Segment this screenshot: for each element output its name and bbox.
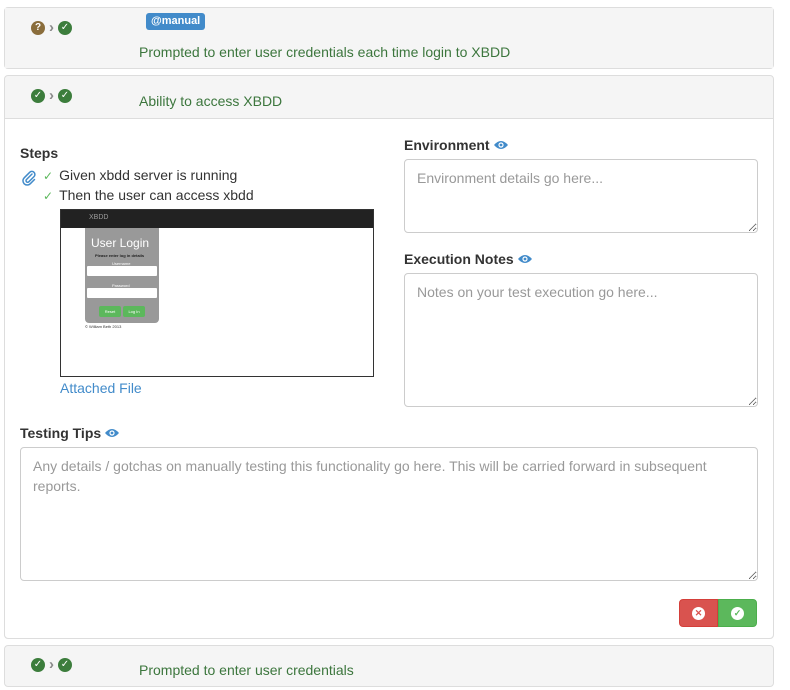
attachment-brand: XBDD: [89, 214, 109, 221]
attachment-footer: © William Beth 2013: [85, 324, 122, 329]
fail-button[interactable]: ✕: [679, 599, 718, 627]
testing-tips-label: Testing Tips: [20, 425, 120, 442]
chevron-right-icon: ›: [49, 656, 54, 673]
testing-tips-label-text: Testing Tips: [20, 425, 102, 441]
check-circle-icon: ✓: [58, 20, 72, 35]
testing-tips-textarea[interactable]: [20, 447, 758, 581]
scenario-status-3: ✓ › ✓: [31, 657, 72, 672]
scenario-status-1: ? › ✓: [31, 20, 72, 35]
manual-tag: @manual: [146, 13, 206, 30]
attachment-login-box: User Login Please enter log in details U…: [85, 228, 159, 323]
check-circle-icon: ✓: [31, 88, 45, 103]
step-text: Then the user can access xbdd: [59, 187, 254, 203]
scenario-body: Steps ✓ Given xbdd server is running ✓ The…: [5, 118, 773, 638]
attachment-image[interactable]: XBDD User Login Please enter log in deta…: [60, 209, 374, 377]
question-circle-icon: ?: [31, 20, 45, 35]
fail-icon: ✕: [692, 606, 705, 620]
check-circle-icon: ✓: [31, 657, 45, 672]
attachment-username-input: [87, 266, 157, 276]
step-1: ✓ Given xbdd server is running: [43, 167, 237, 183]
attachment-login-button: Log In: [123, 306, 145, 317]
pass-button[interactable]: ✓: [718, 599, 757, 627]
scenario-panel-1[interactable]: ? › ✓ @manual Prompted to enter user cre…: [4, 7, 774, 69]
step-text: Given xbdd server is running: [59, 167, 238, 183]
scenario-title[interactable]: Ability to access XBDD: [139, 93, 282, 109]
attachment-heading: User Login: [91, 236, 150, 250]
attachment-reset-button: Reset: [99, 306, 121, 317]
execution-notes-textarea[interactable]: [404, 273, 758, 407]
scenario-header-1[interactable]: ? › ✓ @manual Prompted to enter user cre…: [5, 8, 773, 68]
execution-notes-label-text: Execution Notes: [404, 251, 514, 267]
check-circle-icon: ✓: [58, 88, 72, 103]
scenario-header-2[interactable]: ✓ › ✓ Ability to access XBDD: [5, 76, 773, 118]
chevron-right-icon: ›: [49, 87, 54, 104]
environment-label-text: Environment: [404, 137, 490, 153]
scenario-header-3[interactable]: ✓ › ✓ Prompted to enter user credentials: [5, 646, 773, 686]
scenario-panel-3[interactable]: ✓ › ✓ Prompted to enter user credentials: [4, 645, 774, 687]
environment-label: Environment: [404, 137, 509, 154]
pass-icon: ✓: [731, 606, 744, 620]
step-2: ✓ Then the user can access xbdd: [43, 187, 254, 203]
scenario-panel-2: ✓ › ✓ Ability to access XBDD Steps ✓ Give…: [4, 75, 774, 639]
chevron-right-icon: ›: [49, 19, 54, 36]
check-icon: ✓: [43, 189, 54, 203]
check-icon: ✓: [43, 169, 54, 183]
scenario-title[interactable]: Prompted to enter user credentials each …: [139, 44, 510, 60]
eye-icon[interactable]: [493, 138, 509, 154]
environment-textarea[interactable]: [404, 159, 758, 233]
attachment-password-input: [87, 288, 157, 298]
scenario-title[interactable]: Prompted to enter user credentials: [139, 662, 354, 678]
eye-icon[interactable]: [517, 252, 533, 268]
attachment-subheading: Please enter log in details: [95, 253, 145, 258]
steps-label: Steps: [20, 145, 59, 161]
paperclip-icon[interactable]: [21, 170, 37, 191]
check-circle-icon: ✓: [58, 657, 72, 672]
attachment-navbar: XBDD: [61, 210, 373, 228]
scenario-status-2: ✓ › ✓: [31, 88, 72, 103]
eye-icon[interactable]: [104, 426, 120, 442]
result-button-group: ✕ ✓: [679, 599, 757, 627]
attached-file-link[interactable]: Attached File: [60, 380, 142, 396]
execution-notes-label: Execution Notes: [404, 251, 533, 268]
